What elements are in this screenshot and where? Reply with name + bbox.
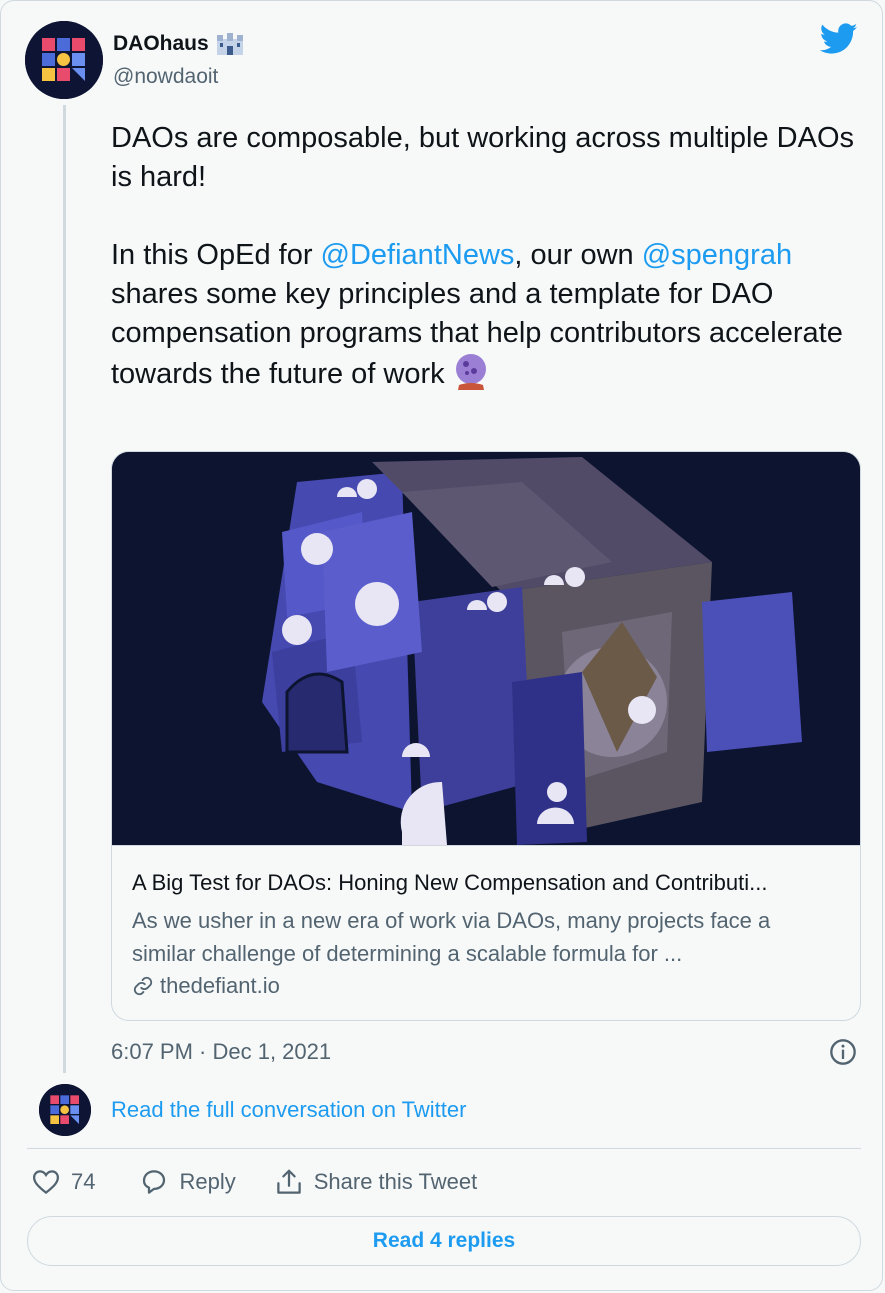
link-icon xyxy=(133,976,153,996)
article-title[interactable]: A Big Test for DAOs: Honing New Compensa… xyxy=(132,870,842,896)
author-handle[interactable]: @nowdaoit xyxy=(113,65,218,89)
link-preview-card[interactable]: A Big Test for DAOs: Honing New Compensa… xyxy=(111,451,861,1021)
info-icon[interactable] xyxy=(829,1038,857,1066)
tweet-text-paragraph-2a: In this OpEd for xyxy=(111,239,321,271)
tweet-text-paragraph-1: DAOs are composable, but working across … xyxy=(111,122,863,193)
article-domain[interactable]: thedefiant.io xyxy=(160,973,280,999)
article-domain-row[interactable]: thedefiant.io xyxy=(132,973,280,999)
like-action[interactable]: 74 xyxy=(31,1167,95,1197)
read-replies-button[interactable]: Read 4 replies xyxy=(27,1216,861,1266)
action-bar: 74 Reply Share this Tweet xyxy=(31,1167,477,1197)
reply-label[interactable]: Reply xyxy=(179,1169,235,1195)
reply-bubble-icon[interactable] xyxy=(139,1167,169,1197)
mention-defiantnews-link[interactable]: @DefiantNews xyxy=(321,239,515,271)
daohaus-logo-small-icon xyxy=(39,1084,91,1136)
read-conversation-link[interactable]: Read the full conversation on Twitter xyxy=(111,1097,466,1123)
tweet-timestamp[interactable]: 6:07 PM · Dec 1, 2021 xyxy=(111,1039,331,1065)
reply-action[interactable]: Reply xyxy=(139,1167,236,1197)
author-name-row[interactable]: DAOhaus xyxy=(113,31,245,57)
conversation-avatar[interactable] xyxy=(39,1084,91,1136)
mention-spengrah-link[interactable]: @spengrah xyxy=(642,239,792,271)
castle-emoji-icon xyxy=(216,33,243,55)
like-count[interactable]: 74 xyxy=(71,1169,95,1195)
tweet-text-paragraph-2b: , our own xyxy=(514,239,642,271)
tweet-embed-card: DAOhaus @nowdaoit DAOs are composable, b… xyxy=(0,0,883,1291)
article-illustration xyxy=(112,452,860,845)
author-display-name[interactable]: DAOhaus xyxy=(113,32,209,56)
article-image[interactable] xyxy=(112,452,860,845)
card-divider xyxy=(112,845,860,846)
heart-icon[interactable] xyxy=(31,1167,61,1197)
article-description: As we usher in a new era of work via DAO… xyxy=(132,908,771,966)
twitter-bird-icon[interactable] xyxy=(820,23,858,55)
thread-line xyxy=(63,105,66,1073)
share-upload-icon[interactable] xyxy=(274,1167,304,1197)
daohaus-logo-icon xyxy=(25,21,103,99)
share-label[interactable]: Share this Tweet xyxy=(314,1169,477,1195)
share-action[interactable]: Share this Tweet xyxy=(274,1167,477,1197)
author-avatar[interactable] xyxy=(25,21,103,99)
crystal-ball-emoji-icon xyxy=(455,354,486,390)
tweet-text: DAOs are composable, but working across … xyxy=(111,119,871,394)
actions-separator xyxy=(27,1148,861,1149)
